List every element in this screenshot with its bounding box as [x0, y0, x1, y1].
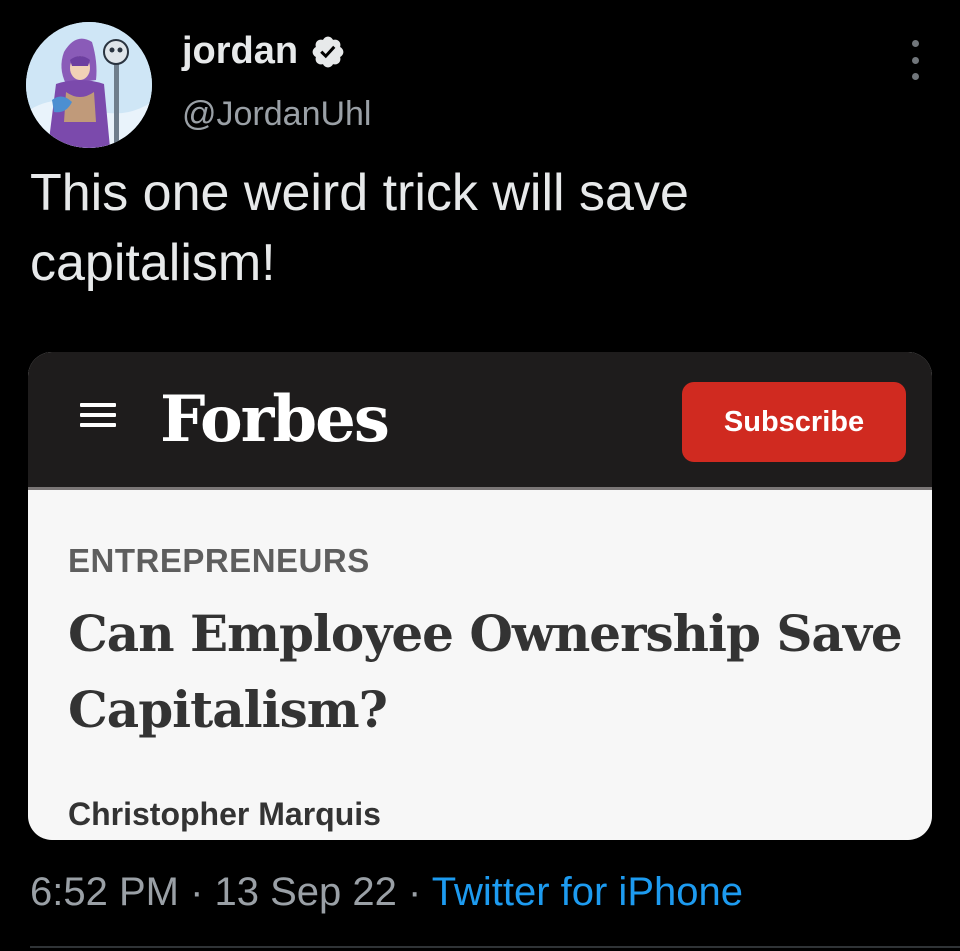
ellipsis-dot — [911, 40, 919, 47]
verified-badge-icon — [312, 36, 344, 67]
subscribe-button[interactable]: Subscribe — [682, 382, 906, 462]
headline-line: Can Employee Ownership Save — [68, 604, 903, 663]
forbes-logo: Forbes — [160, 382, 390, 457]
separator: · — [396, 870, 432, 914]
tweet-source-link[interactable]: Twitter for iPhone — [432, 870, 743, 914]
tweet-text-line: This one weird trick will save — [30, 164, 689, 222]
link-preview-card[interactable]: Forbes Subscribe ENTREPRENEURS Can Emplo… — [28, 352, 932, 840]
display-name[interactable]: jordan — [182, 30, 298, 73]
separator: · — [178, 870, 215, 914]
vertical-ellipsis-icon[interactable] — [908, 40, 922, 80]
hamburger-menu-icon[interactable] — [80, 403, 116, 439]
article-author: Christopher Marquis — [68, 796, 381, 832]
menu-bar — [80, 423, 116, 427]
section-label: ENTREPRENEURS — [68, 542, 370, 579]
cartoon-wizard-avatar-icon — [26, 22, 152, 148]
menu-bar — [80, 403, 116, 407]
tweet-metadata: 6:52 PM · 13 Sep 22 · Twitter for iPhone — [30, 870, 743, 915]
article-headline: Can Employee Ownership Save Capitalism? — [68, 596, 928, 748]
display-name-row[interactable]: jordan — [182, 30, 346, 73]
user-handle[interactable]: @JordanUhl — [182, 95, 372, 134]
avatar[interactable] — [26, 22, 152, 148]
ellipsis-dot — [911, 73, 919, 80]
forbes-header: Forbes Subscribe — [28, 352, 932, 490]
headline-line: Capitalism? — [68, 680, 388, 739]
divider — [30, 946, 960, 948]
tweet-date[interactable]: 13 Sep 22 — [215, 870, 397, 914]
tweet-text-line: capitalism! — [30, 234, 276, 292]
menu-bar — [80, 413, 116, 417]
ellipsis-dot — [911, 56, 919, 64]
tweet-text: This one weird trick will save capitalis… — [30, 158, 910, 298]
tweet-time[interactable]: 6:52 PM — [30, 870, 179, 914]
tweet: jordan @JordanUhl This one weird trick w… — [0, 0, 960, 951]
